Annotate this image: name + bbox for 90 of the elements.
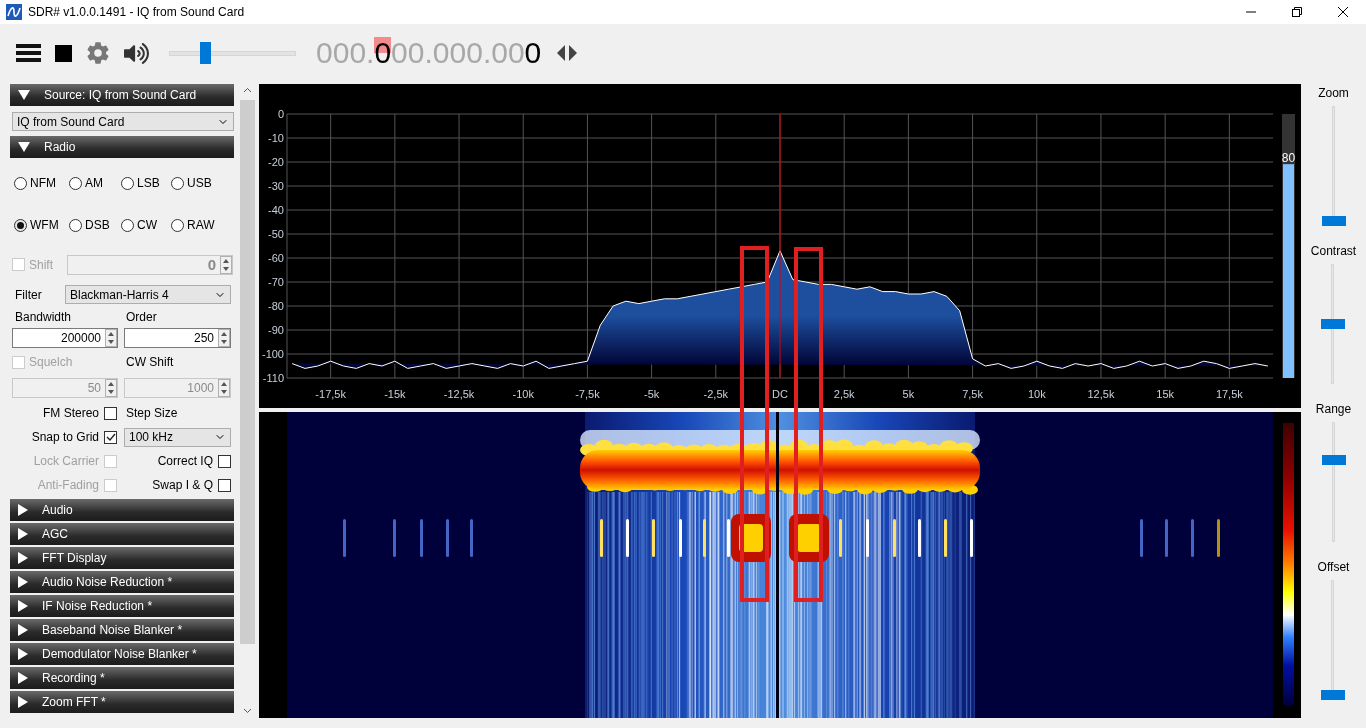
- spin-arrows-icon[interactable]: [105, 329, 117, 347]
- axis-label: -17,5k: [315, 388, 346, 400]
- section-header[interactable]: IF Noise Reduction *: [10, 595, 234, 617]
- slider-label: Contrast: [1310, 244, 1357, 260]
- axis-label: -60: [268, 252, 284, 264]
- section-header[interactable]: AGC: [10, 523, 234, 545]
- axis-label: 2,5k: [833, 388, 855, 400]
- section-header[interactable]: Demodulator Noise Blanker *: [10, 643, 234, 665]
- section-header[interactable]: Recording *: [10, 667, 234, 689]
- window-title: SDR# v1.0.0.1491 - IQ from Sound Card: [28, 5, 246, 19]
- axis-label: -110: [262, 372, 284, 384]
- section-header[interactable]: Radio: [10, 136, 234, 158]
- section-header[interactable]: FFT Display: [10, 547, 234, 569]
- slider-label: Offset: [1317, 560, 1350, 576]
- axis-label: -12,5k: [443, 388, 475, 400]
- settings-icon[interactable]: [86, 41, 110, 65]
- axis-label: -5k: [643, 388, 660, 400]
- stop-icon[interactable]: [55, 44, 72, 62]
- axis-label: -40: [268, 204, 284, 216]
- frequency-display[interactable]: 000.000.000.000: [316, 37, 542, 69]
- close-icon: [1338, 7, 1348, 17]
- axis-label: -7,5k: [575, 388, 600, 400]
- option-label: Correct IQ: [157, 454, 213, 468]
- axis-label: -20: [268, 156, 284, 168]
- menu-icon[interactable]: [16, 44, 41, 62]
- option-label: Swap I & Q: [152, 478, 213, 492]
- section-header[interactable]: Source: IQ from Sound Card: [10, 84, 234, 106]
- axis-label: -70: [268, 276, 284, 288]
- checkbox[interactable]: [218, 454, 231, 468]
- axis-label: -50: [268, 228, 284, 240]
- vertical-slider[interactable]: [1321, 264, 1346, 384]
- cw-shift-label: CW Shift: [126, 355, 174, 369]
- checkbox[interactable]: [218, 478, 231, 492]
- section-header[interactable]: Baseband Noise Blanker *: [10, 619, 234, 641]
- step-size-label: Step Size: [126, 406, 178, 420]
- option-label: Lock Carrier: [33, 454, 99, 468]
- restore-icon: [1292, 7, 1302, 17]
- axis-label: 10k: [1027, 388, 1046, 400]
- checkbox[interactable]: [104, 406, 117, 420]
- filter-dropdown[interactable]: Blackman-Harris 4: [65, 285, 231, 304]
- mode-radio[interactable]: AM: [69, 162, 121, 204]
- mode-radio[interactable]: CW: [121, 204, 171, 246]
- speaker-icon[interactable]: [124, 40, 149, 66]
- squelch-label: Squelch: [29, 355, 73, 369]
- axis-label: 5k: [902, 388, 915, 400]
- vertical-slider[interactable]: [1321, 580, 1346, 700]
- axis-label: -2,5k: [703, 388, 729, 400]
- slider-label: Range: [1315, 402, 1352, 418]
- axis-label: -90: [268, 324, 284, 336]
- spin-arrows-icon[interactable]: [218, 329, 230, 347]
- filter-label: Filter: [15, 287, 43, 302]
- axis-label: DC: [772, 388, 788, 400]
- checkbox[interactable]: [104, 430, 117, 444]
- section-header[interactable]: Audio Noise Reduction *: [10, 571, 234, 593]
- spectrum-display[interactable]: 0 -10 -20 -30 -40 -50 -60 -70 -80 -90 -100 -110 -17,5k -15k -12,5k -10k -7,5k -5k -2,5k DC 2,5k 5k 7,5k 10k 12,5k 15k 17,5k 80: [259, 84, 1301, 408]
- vertical-slider[interactable]: [1321, 106, 1346, 226]
- mode-radio[interactable]: WFM: [14, 204, 69, 246]
- mode-radio[interactable]: RAW: [171, 204, 231, 246]
- section-header[interactable]: Zoom FFT *: [10, 691, 234, 713]
- mode-radio[interactable]: DSB: [69, 204, 121, 246]
- axis-label: -80: [268, 300, 284, 312]
- source-dropdown[interactable]: IQ from Sound Card: [12, 112, 234, 131]
- order-label: Order: [126, 310, 157, 324]
- axis-label: 15k: [1156, 388, 1175, 400]
- vertical-slider[interactable]: [1321, 422, 1346, 542]
- axis-label: 17,5k: [1215, 388, 1243, 400]
- number-field[interactable]: 200000: [12, 328, 118, 348]
- app-logo-icon: [6, 4, 22, 20]
- axis-label: -15k: [384, 388, 406, 400]
- axis-label: 7,5k: [962, 388, 983, 400]
- bandwidth-label: Bandwidth: [15, 310, 73, 324]
- axis-label: 0: [277, 108, 284, 120]
- mode-radio[interactable]: LSB: [121, 162, 171, 204]
- axis-label: -10k: [512, 388, 534, 400]
- mode-radio[interactable]: USB: [171, 162, 231, 204]
- option-label: Snap to Grid: [31, 430, 99, 444]
- axis-label: 12,5k: [1087, 388, 1115, 400]
- tune-arrows-icon[interactable]: [555, 44, 580, 62]
- option-label: Anti-Fading: [37, 478, 99, 492]
- slider-label: Zoom: [1318, 86, 1349, 102]
- shift-label: Shift: [29, 257, 53, 272]
- meter-reading: 80: [1281, 151, 1296, 166]
- axis-label: -30: [268, 180, 284, 192]
- axis-label: -100: [261, 348, 284, 360]
- number-field[interactable]: 250: [124, 328, 231, 348]
- section-header[interactable]: Audio: [10, 499, 234, 521]
- option-label: FM Stereo: [43, 406, 99, 420]
- axis-label: -10: [268, 132, 284, 144]
- step-size-dropdown[interactable]: 100 kHz: [124, 427, 231, 447]
- mode-radio[interactable]: NFM: [14, 162, 69, 204]
